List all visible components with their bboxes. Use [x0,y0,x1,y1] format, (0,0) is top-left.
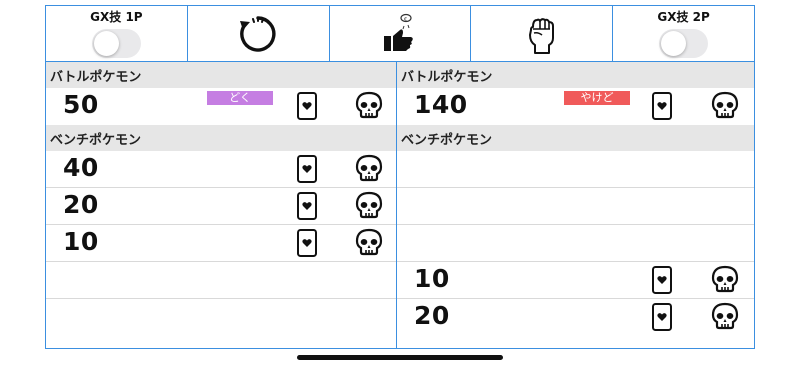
card-icon[interactable] [651,302,673,332]
toolbar: GX技 1P € GX技 2P [45,5,755,62]
status-badge[interactable]: やけど [564,91,630,105]
battle-header: バトルポケモン [397,62,754,88]
skull-icon[interactable] [354,228,384,258]
skull-icon[interactable] [354,154,384,184]
battle-pokemon-row[interactable]: 140 やけど [397,88,754,125]
bench-slot-empty[interactable] [397,225,754,262]
toggle-knob [661,30,687,56]
card-icon[interactable] [296,191,318,221]
svg-text:€: € [404,17,407,23]
bench-slot-empty[interactable] [46,299,396,336]
skull-icon[interactable] [354,191,384,221]
bench-slot-empty[interactable] [397,151,754,188]
card-icon[interactable] [651,91,673,121]
gx-1p-cell: GX技 1P [46,6,188,61]
gx-1p-label: GX技 1P [90,9,143,24]
bench-slot[interactable]: 20 [46,188,396,225]
bench-slot-empty[interactable] [46,262,396,299]
home-indicator[interactable] [297,355,503,360]
coin-flip-icon: € [383,13,413,51]
bench-header: ベンチポケモン [397,125,754,151]
hp-value[interactable]: 10 [414,264,450,293]
hp-value[interactable]: 20 [414,301,450,330]
hp-value[interactable]: 140 [414,90,468,119]
skull-icon[interactable] [710,265,740,295]
hp-value[interactable]: 50 [63,90,99,119]
reset-button[interactable] [188,6,330,61]
toggle-knob [93,30,119,56]
gx-2p-label: GX技 2P [657,9,710,24]
battle-pokemon-row[interactable]: 50 どく [46,88,396,125]
gx-2p-cell: GX技 2P [613,6,754,61]
hp-value[interactable]: 20 [63,190,99,219]
bench-slot[interactable]: 10 [46,225,396,262]
bench-slot[interactable]: 10 [397,262,754,299]
fist-icon [528,17,554,54]
player-1-column: バトルポケモン 50 どく ベンチポケモン 40 20 10 [46,62,397,348]
bench-slot[interactable]: 40 [46,151,396,188]
fist-button[interactable] [471,6,614,61]
skull-icon[interactable] [354,91,384,121]
gx-2p-toggle[interactable] [659,28,709,58]
gx-1p-toggle[interactable] [91,28,141,58]
card-icon[interactable] [296,228,318,258]
player-2-column: バトルポケモン 140 やけど ベンチポケモン 10 20 [397,62,754,348]
battle-header: バトルポケモン [46,62,396,88]
bench-slot-empty[interactable] [397,188,754,225]
game-board: バトルポケモン 50 どく ベンチポケモン 40 20 10 バトルポケモン 1… [45,62,755,349]
bench-slot[interactable]: 20 [397,299,754,336]
status-badge[interactable]: どく [207,91,273,105]
hp-value[interactable]: 40 [63,153,99,182]
card-icon[interactable] [296,91,318,121]
skull-icon[interactable] [710,91,740,121]
card-icon[interactable] [296,154,318,184]
hp-value[interactable]: 10 [63,227,99,256]
card-icon[interactable] [651,265,673,295]
coin-flip-button[interactable]: € [330,6,472,61]
skull-icon[interactable] [710,302,740,332]
reset-icon [240,15,276,52]
bench-header: ベンチポケモン [46,125,396,151]
